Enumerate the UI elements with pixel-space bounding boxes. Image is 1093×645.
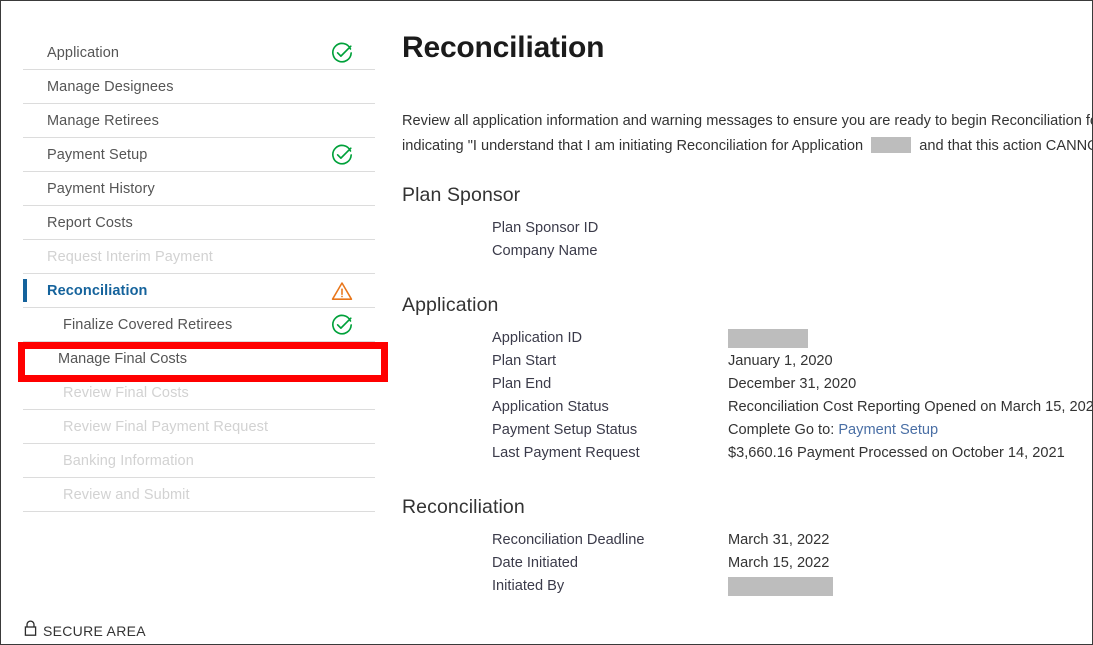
table-row: Plan End December 31, 2020 — [492, 373, 1062, 396]
field-list: Application ID Plan Start January 1, 202… — [402, 327, 1062, 465]
sidebar-item-label: Review Final Payment Request — [23, 419, 268, 435]
table-row: Application Status Reconciliation Cost R… — [492, 396, 1062, 419]
check-circle-icon — [331, 42, 353, 64]
secure-area-footer: SECURE AREA — [23, 620, 146, 642]
lock-icon — [23, 620, 38, 642]
section-application: Application Application ID Plan Start Ja… — [402, 294, 1062, 465]
intro-paragraph: Review all application information and w… — [402, 109, 1092, 159]
table-row: Reconciliation Deadline March 31, 2022 — [492, 529, 1062, 552]
intro-line-2-after: and that this action CANNOT — [919, 138, 1092, 154]
sidebar-item-payment-setup[interactable]: Payment Setup — [23, 138, 375, 172]
field-row: Plan Sponsor ID — [492, 217, 1062, 240]
field-list: Plan Sponsor ID Company Name — [402, 217, 1062, 263]
sidebar-item-label: Reconciliation — [23, 283, 148, 299]
field-label: Application Status — [492, 396, 728, 419]
sidebar-item-label: Payment History — [23, 181, 155, 197]
section-plan-sponsor: Plan Sponsor Plan Sponsor ID Company Nam… — [402, 184, 1062, 263]
sidebar-item-review-and-submit: Review and Submit — [23, 478, 375, 512]
section-title: Plan Sponsor — [402, 184, 1062, 207]
sidebar-item-list: Application Manage Designees Manage Reti… — [23, 36, 375, 512]
payment-setup-status-text: Complete Go to: — [728, 422, 834, 438]
intro-line-2-before: indicating "I understand that I am initi… — [402, 138, 863, 154]
main-content: Reconciliation Review all application in… — [387, 1, 1092, 645]
redacted-application-id-value — [728, 329, 808, 348]
sidebar-item-label: Review Final Costs — [23, 385, 189, 401]
field-label: Reconciliation Deadline — [492, 529, 728, 552]
field-label: Last Payment Request — [492, 442, 728, 465]
field-label: Plan Start — [492, 350, 728, 373]
sidebar-item-manage-designees[interactable]: Manage Designees — [23, 70, 375, 104]
section-title: Application — [402, 294, 1062, 317]
redacted-application-id — [871, 137, 911, 153]
intro-line-2: indicating "I understand that I am initi… — [402, 134, 1092, 159]
sidebar-item-label: Manage Retirees — [23, 113, 159, 129]
payment-setup-link[interactable]: Payment Setup — [838, 422, 938, 438]
sidebar-item-manage-retirees[interactable]: Manage Retirees — [23, 104, 375, 138]
sidebar-item-label: Manage Designees — [23, 79, 174, 95]
field-value: $3,660.16 Payment Processed on October 1… — [728, 442, 1065, 465]
field-value: March 15, 2022 — [728, 552, 829, 575]
field-label: Plan End — [492, 373, 728, 396]
sidebar-item-label: Report Costs — [23, 215, 133, 231]
check-circle-icon — [331, 144, 353, 166]
sidebar-item-label: Finalize Covered Retirees — [23, 317, 232, 333]
field-value: January 1, 2020 — [728, 350, 833, 373]
sidebar-item-report-costs[interactable]: Report Costs — [23, 206, 375, 240]
app-screen: Application Manage Designees Manage Reti… — [0, 0, 1093, 645]
sidebar-item-label: Payment Setup — [23, 147, 147, 163]
sidebar-item-banking-information: Banking Information — [23, 444, 375, 478]
check-circle-icon — [331, 314, 353, 336]
field-label: Application ID — [492, 327, 728, 350]
sidebar-navigation: Application Manage Designees Manage Reti… — [1, 1, 387, 645]
table-row: Last Payment Request $3,660.16 Payment P… — [492, 442, 1062, 465]
table-row: Application ID — [492, 327, 1062, 350]
field-value: December 31, 2020 — [728, 373, 856, 396]
redacted-initiated-by-value — [728, 577, 833, 596]
field-label: Plan Sponsor ID — [492, 217, 728, 240]
page-title: Reconciliation — [402, 31, 604, 65]
sidebar-item-finalize-covered-retirees[interactable]: Finalize Covered Retirees — [23, 308, 375, 342]
field-value: Complete Go to: Payment Setup — [728, 419, 938, 442]
table-row: Initiated By — [492, 575, 1062, 598]
field-label: Payment Setup Status — [492, 419, 728, 442]
section-title: Reconciliation — [402, 496, 1062, 519]
sidebar-item-review-final-payment-request: Review Final Payment Request — [23, 410, 375, 444]
secure-area-text: SECURE AREA — [43, 623, 146, 639]
sidebar-item-label: Request Interim Payment — [23, 249, 213, 265]
sidebar-item-label: Banking Information — [23, 453, 194, 469]
sidebar-item-label: Review and Submit — [23, 487, 190, 503]
sidebar-item-reconciliation[interactable]: Reconciliation — [23, 274, 375, 308]
table-row: Date Initiated March 15, 2022 — [492, 552, 1062, 575]
section-reconciliation: Reconciliation Reconciliation Deadline M… — [402, 496, 1062, 598]
table-row: Payment Setup Status Complete Go to: Pay… — [492, 419, 1062, 442]
field-label: Company Name — [492, 240, 728, 263]
field-value — [728, 575, 833, 602]
field-label: Date Initiated — [492, 552, 728, 575]
sidebar-item-application[interactable]: Application — [23, 36, 375, 70]
sidebar-item-label: Application — [23, 45, 119, 61]
field-value: Reconciliation Cost Reporting Opened on … — [728, 396, 1092, 419]
intro-line-1: Review all application information and w… — [402, 109, 1092, 134]
sidebar-item-payment-history[interactable]: Payment History — [23, 172, 375, 206]
sidebar-item-request-interim-payment: Request Interim Payment — [23, 240, 375, 274]
warning-triangle-icon — [331, 280, 353, 302]
field-value: March 31, 2022 — [728, 529, 829, 552]
table-row: Plan Start January 1, 2020 — [492, 350, 1062, 373]
highlighted-item-label[interactable]: Manage Final Costs — [58, 351, 187, 367]
field-list: Reconciliation Deadline March 31, 2022 D… — [402, 529, 1062, 598]
field-row: Company Name — [492, 240, 1062, 263]
field-label: Initiated By — [492, 575, 728, 598]
